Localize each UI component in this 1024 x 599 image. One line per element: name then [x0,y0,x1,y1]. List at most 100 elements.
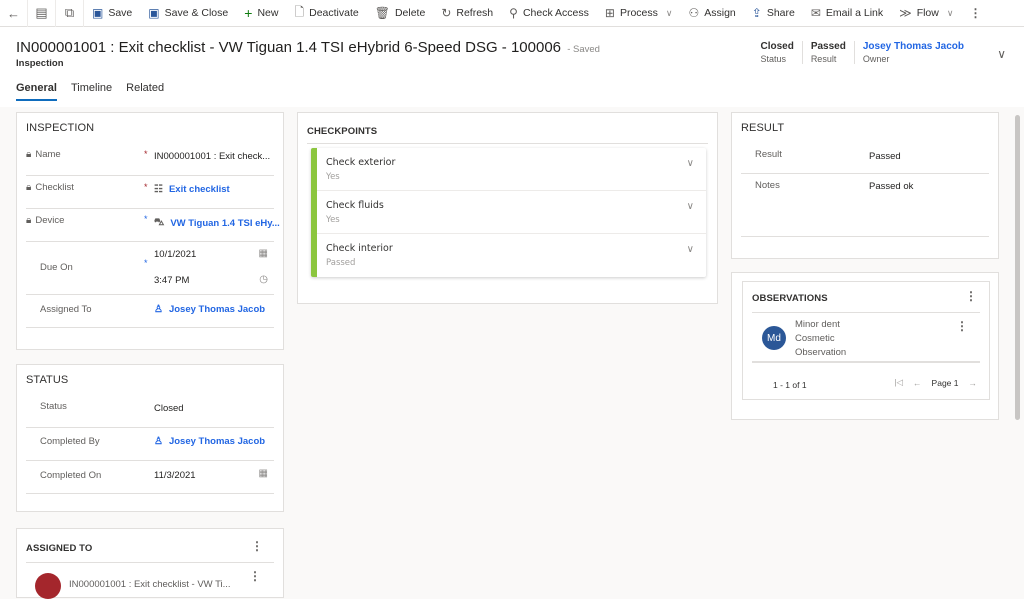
assigned-to-field[interactable]: Assigned To ♙ Josey Thomas Jacob [26,295,274,328]
due-date-input[interactable]: 10/1/2021 [154,249,196,260]
calendar-icon[interactable]: ▦ [259,468,268,479]
tab-list: General Timeline Related [16,82,178,101]
list-item[interactable]: Md Minor dent Cosmetic Observation ⋮ [752,313,980,363]
more-icon[interactable]: ⋮ [965,289,977,303]
recommended-icon: * [144,258,148,268]
tab-general[interactable]: General [16,82,57,101]
avatar [35,573,61,599]
more-icon[interactable]: ⋮ [956,319,968,333]
delete-button[interactable]: 🗑 Delete [367,0,434,27]
lock-icon: 🔒︎ [26,182,32,193]
page-title: IN000001001 : Exit checklist - VW Tiguan… [16,39,600,56]
assign-button[interactable]: ⚇ Assign [680,0,743,27]
checklist-icon: ☷ [154,184,163,195]
required-icon: * [144,182,148,192]
checkpoint-item[interactable]: Check interior Passed ∨ [317,234,706,277]
avatar: Md [762,326,786,350]
back-button[interactable]: ← [0,0,28,27]
more-commands-button[interactable]: ⋮ [961,0,989,27]
email-link-button[interactable]: ✉ Email a Link [803,0,891,27]
refresh-button[interactable]: ↻ Refresh [433,0,501,27]
save-close-button[interactable]: ▣ Save & Close [140,0,236,27]
flow-button[interactable]: ≫ Flow ∨ [891,0,961,27]
header-field-status: Closed Status [760,41,794,64]
deactivate-button[interactable]: 🗋 Deactivate [286,0,366,27]
header-field-owner[interactable]: Josey Thomas Jacob Owner [853,41,972,64]
clock-icon[interactable]: ◷ [259,274,268,285]
section-title: STATUS [26,374,69,386]
header-fields: Closed Status Passed Result Josey Thomas J… [752,41,972,64]
save-status: - Saved [567,44,600,55]
email-icon: ✉ [810,6,821,20]
process-button[interactable]: ⊞ Process ∨ [597,0,681,27]
inspection-section: INSPECTION 🔒︎ Name * IN000001001 : Exit c… [16,112,284,350]
notes-field[interactable]: Notes Passed ok [741,174,989,237]
entity-name: Inspection [16,58,64,69]
tab-related[interactable]: Related [126,82,164,101]
chevron-down-icon: ∨ [665,7,673,18]
more-icon[interactable]: ⋮ [251,539,263,553]
vertical-scrollbar[interactable] [1015,115,1020,420]
device-field[interactable]: 🔒︎ Device * ⛍ VW Tiguan 1.4 TSI eHy... [26,209,280,242]
section-title: OBSERVATIONS [752,293,828,304]
key-icon: ⚲ [509,6,518,20]
user-icon: ♙ [154,304,163,315]
car-icon: ⛍ [154,217,165,228]
lock-icon: 🔒︎ [26,149,32,160]
deactivate-icon: 🗋 [294,4,305,19]
due-time-input[interactable]: 3:47 PM [154,275,189,286]
form-view-button[interactable]: ▤ [28,0,56,27]
document-icon: ▤ [35,5,48,20]
next-page-icon[interactable]: → [969,378,978,388]
more-icon[interactable]: ⋮ [249,569,261,583]
assigned-to-section: ASSIGNED TO ⋮ IN000001001 : Exit checkli… [16,528,284,599]
checkpoint-item[interactable]: Check exterior Yes ∨ [317,148,706,191]
open-new-window-button[interactable]: ⧉ [56,0,84,27]
calendar-icon[interactable]: ▦ [259,248,268,259]
plus-icon: + [244,5,253,21]
section-title: CHECKPOINTS [307,126,378,137]
flow-icon: ≫ [899,6,912,20]
page-number: Page 1 [931,377,959,388]
save-close-icon: ▣ [148,6,160,20]
pagination: |◁ ← Page 1 → [894,377,977,388]
list-item[interactable]: IN000001001 : Exit checklist - VW Ti... [69,579,231,590]
section-title: RESULT [741,122,785,134]
chevron-down-icon[interactable]: ∨ [687,201,694,212]
new-button[interactable]: + New [236,0,286,27]
section-title: ASSIGNED TO [26,543,93,554]
chevron-down-icon[interactable]: ∨ [687,158,694,169]
process-icon: ⊞ [604,6,615,20]
previous-page-icon[interactable]: ← [913,378,922,388]
checkpoints-section: CHECKPOINTS Check exterior Yes ∨ Check f… [297,112,718,304]
observations-section: OBSERVATIONS ⋮ Md Minor dent Cosmetic Ob… [731,272,999,420]
first-page-icon[interactable]: |◁ [894,377,903,388]
share-icon: ⇪ [751,6,762,20]
more-icon: ⋮ [969,6,982,20]
back-arrow-icon: ← [7,5,20,21]
check-access-button[interactable]: ⚲ Check Access [501,0,597,27]
save-button[interactable]: ▣ Save [84,0,140,27]
command-bar: ← ▤ ⧉ ▣ Save ▣ Save & Close + New 🗋 Deactiva… [0,0,1024,27]
new-window-icon: ⧉ [64,5,75,20]
record-header: IN000001001 : Exit checklist - VW Tiguan… [0,27,1024,107]
result-section: RESULT Result Passed Notes Passed ok [731,112,999,259]
completed-by-field[interactable]: Completed By ♙ Josey Thomas Jacob [26,428,274,461]
status-section: STATUS Status Closed Completed By ♙ Josey… [16,364,284,512]
header-field-result: Passed Result [801,41,854,64]
refresh-icon: ↻ [441,6,452,20]
checklist-field[interactable]: 🔒︎ Checklist * ☷ Exit checklist [26,176,274,209]
share-button[interactable]: ⇪ Share [744,0,803,27]
chevron-down-icon[interactable]: ∨ [687,244,694,255]
tab-timeline[interactable]: Timeline [71,82,112,101]
checkpoint-item[interactable]: Check fluids Yes ∨ [317,191,706,234]
record-count: 1 - 1 of 1 [773,380,807,390]
due-on-field[interactable]: Due On * 10/1/2021 ▦ 3:47 PM ◷ [26,242,274,295]
completed-on-field[interactable]: Completed On 11/3/2021 ▦ [26,461,274,494]
name-field[interactable]: 🔒︎ Name * IN000001001 : Exit check... [26,143,274,176]
status-field: Status Closed [26,395,274,428]
expand-header-chevron-icon[interactable]: ∨ [997,47,1006,61]
assign-icon: ⚇ [688,6,700,20]
required-icon: * [144,149,148,159]
result-field: Result Passed [741,143,989,174]
